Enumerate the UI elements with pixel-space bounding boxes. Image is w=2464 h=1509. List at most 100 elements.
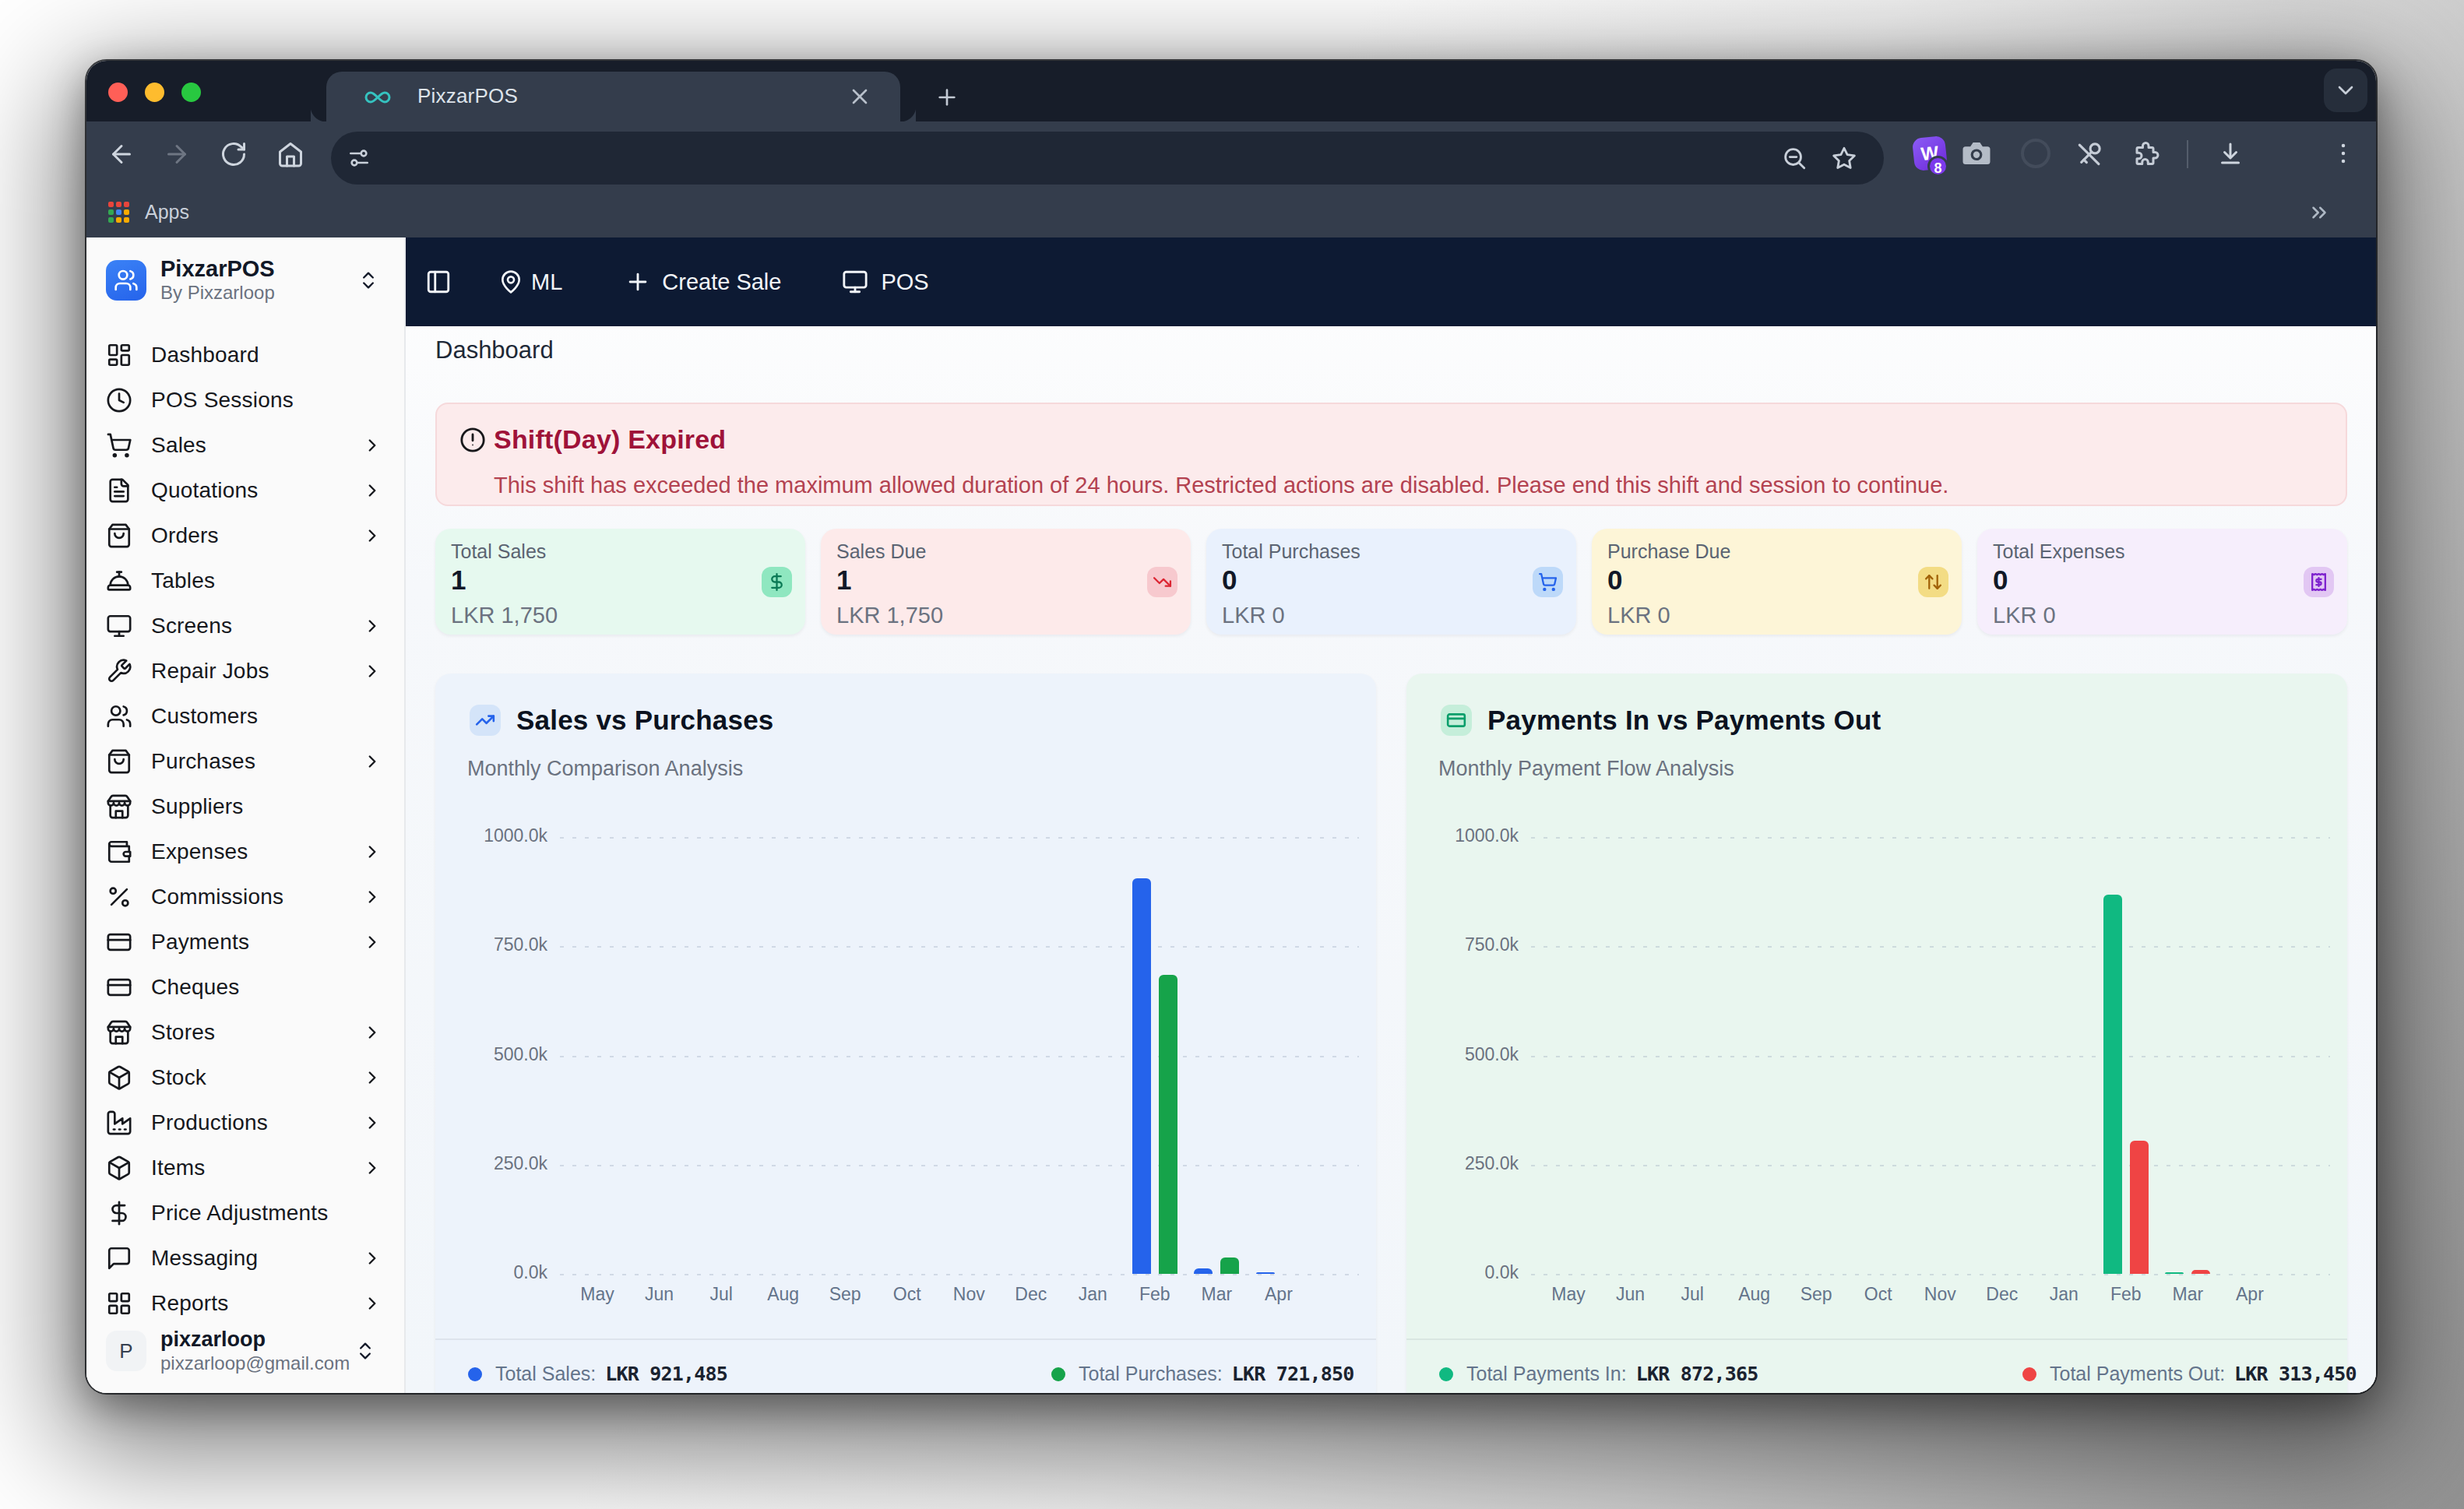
zoom-icon[interactable]	[1781, 145, 1808, 171]
profile-avatar-icon[interactable]	[2021, 139, 2050, 168]
browser-menu-button[interactable]	[2330, 140, 2357, 167]
sidebar-item-purchases[interactable]: Purchases	[86, 739, 404, 784]
legend-dot-icon	[1439, 1367, 1453, 1381]
x-axis-label: Jan	[1058, 1284, 1127, 1305]
workspace-switcher[interactable]: PixzarPOS By Pixzarloop	[86, 237, 404, 303]
tab-title: PixzarPOS	[417, 84, 518, 108]
stat-amount: LKR 0	[1222, 602, 1561, 628]
sidebar-item-screens[interactable]: Screens	[86, 603, 404, 649]
x-axis-label: Dec	[1968, 1284, 2036, 1305]
sidebar-item-quotations[interactable]: Quotations	[86, 468, 404, 513]
chevron-right-icon	[362, 616, 382, 636]
sidebar-toggle-button[interactable]	[425, 269, 452, 295]
location-selector[interactable]: ML	[498, 269, 562, 295]
brand-logo	[106, 260, 146, 301]
maximize-window-button[interactable]	[181, 83, 201, 102]
store-icon	[106, 1019, 132, 1046]
sidebar-item-productions[interactable]: Productions	[86, 1100, 404, 1145]
sidebar-item-commissions[interactable]: Commissions	[86, 874, 404, 920]
chevron-right-icon	[362, 751, 382, 772]
sidebar-item-price-adjustments[interactable]: Price Adjustments	[86, 1191, 404, 1236]
dollar-sign-icon	[767, 572, 787, 592]
gridline	[560, 837, 1359, 839]
apps-grid-dot	[108, 209, 114, 215]
sidebar-item-dashboard[interactable]: Dashboard	[86, 332, 404, 378]
sidebar-item-messaging[interactable]: Messaging	[86, 1236, 404, 1281]
chevron-right-icon	[362, 526, 382, 546]
extension-badge: 8	[1927, 156, 1948, 177]
bookmarks-overflow-icon[interactable]	[2307, 201, 2331, 224]
sidebar-item-label: Stock	[151, 1065, 362, 1090]
x-axis-label: Jul	[687, 1284, 755, 1305]
sidebar-item-pos-sessions[interactable]: POS Sessions	[86, 378, 404, 423]
user-menu[interactable]: P pixzarloop pixzarloop@gmail.com	[86, 1328, 404, 1393]
address-bar[interactable]	[331, 132, 1884, 185]
reload-button[interactable]	[220, 140, 248, 168]
sidebar-item-label: Expenses	[151, 839, 362, 864]
file-text-icon	[106, 477, 132, 504]
legend-item: Total Payments Out:LKR 313,450	[2022, 1363, 2357, 1385]
tab-strip: PixzarPOS	[86, 61, 2376, 121]
apps-grid-dot	[124, 209, 129, 215]
y-axis-tick: 250.0k	[1419, 1153, 1519, 1174]
x-axis-label: Oct	[1844, 1284, 1913, 1305]
new-tab-button[interactable]	[935, 85, 959, 110]
gridline	[560, 946, 1359, 948]
stat-card-total-expenses: Total Expenses0LKR 0	[1977, 529, 2347, 635]
pos-button[interactable]: POS	[842, 269, 928, 295]
sidebar-item-payments[interactable]: Payments	[86, 920, 404, 965]
tab-close-icon[interactable]	[847, 84, 872, 109]
legend-item: Total Payments In:LKR 872,365	[1439, 1363, 1758, 1385]
sidebar-item-label: POS Sessions	[151, 388, 382, 413]
sidebar-item-stock[interactable]: Stock	[86, 1055, 404, 1100]
sidebar-item-expenses[interactable]: Expenses	[86, 829, 404, 874]
map-pin-icon	[498, 269, 523, 294]
bookmark-star-icon[interactable]	[1831, 145, 1857, 171]
sidebar-item-orders[interactable]: Orders	[86, 513, 404, 558]
gridline	[560, 1056, 1359, 1057]
circle-alert-icon	[459, 427, 486, 453]
forward-button[interactable]	[163, 140, 191, 168]
sidebar-item-cheques[interactable]: Cheques	[86, 965, 404, 1010]
apps-grid-icon[interactable]	[108, 202, 129, 223]
create-sale-button[interactable]: Create Sale	[625, 269, 781, 295]
monitor-icon	[106, 613, 132, 639]
tab-search-button[interactable]	[2324, 69, 2367, 112]
location-label: ML	[531, 269, 562, 295]
sidebar-item-customers[interactable]: Customers	[86, 694, 404, 739]
browser-toolbar: W 8	[86, 121, 2376, 187]
sidebar-item-items[interactable]: Items	[86, 1145, 404, 1191]
stat-card-sales-due: Sales Due1LKR 1,750	[821, 529, 1191, 635]
x-axis-label: Feb	[2092, 1284, 2160, 1305]
chart-card-payments-in-vs-payments-out: Payments In vs Payments OutMonthly Payme…	[1406, 674, 2347, 1393]
sidebar-item-tables[interactable]: Tables	[86, 558, 404, 603]
sidebar-item-label: Commissions	[151, 885, 362, 909]
x-axis-label: Jan	[2029, 1284, 2098, 1305]
camera-extension-icon[interactable]	[1960, 137, 1993, 170]
sidebar-item-stores[interactable]: Stores	[86, 1010, 404, 1055]
close-window-button[interactable]	[108, 83, 128, 102]
clock-icon	[106, 387, 132, 413]
minimize-window-button[interactable]	[145, 83, 164, 102]
sidebar-item-sales[interactable]: Sales	[86, 423, 404, 468]
credit-card-icon	[106, 929, 132, 955]
chart-legend: Total Payments In:LKR 872,365Total Payme…	[1406, 1338, 2347, 1393]
legend-dot-icon	[2022, 1367, 2036, 1381]
password-manager-icon[interactable]	[2075, 139, 2104, 169]
chart-title: Payments In vs Payments Out	[1487, 705, 1881, 736]
site-settings-icon[interactable]	[347, 146, 371, 171]
sidebar-item-label: Items	[151, 1155, 362, 1180]
sidebar-item-reports[interactable]: Reports	[86, 1281, 404, 1326]
downloads-button[interactable]	[2216, 139, 2244, 167]
home-button[interactable]	[276, 140, 304, 168]
browser-tab[interactable]: PixzarPOS	[326, 72, 900, 121]
back-button[interactable]	[107, 140, 136, 168]
alert-title: Shift(Day) Expired	[494, 423, 1948, 456]
legend-dot-icon	[468, 1367, 482, 1381]
extensions-puzzle-icon[interactable]	[2132, 139, 2160, 167]
sidebar-item-repair-jobs[interactable]: Repair Jobs	[86, 649, 404, 694]
stat-label: Total Sales	[451, 540, 790, 563]
sidebar-item-suppliers[interactable]: Suppliers	[86, 784, 404, 829]
chevron-right-icon	[362, 480, 382, 501]
apps-bookmark[interactable]: Apps	[145, 201, 189, 223]
